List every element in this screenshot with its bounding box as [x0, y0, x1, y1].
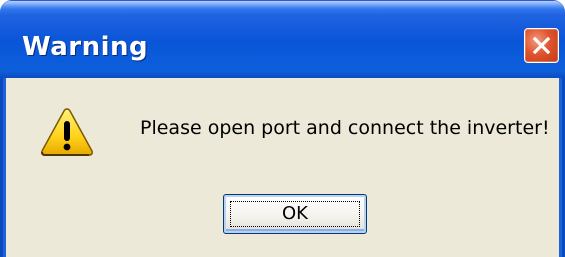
window-title: Warning	[22, 32, 149, 62]
ok-button[interactable]: OK	[223, 194, 367, 234]
close-button[interactable]	[524, 28, 559, 63]
warning-icon	[39, 106, 95, 158]
warning-dialog: Warning Please open port and connect the…	[0, 0, 565, 257]
title-bar[interactable]: Warning	[0, 0, 565, 78]
ok-button-label: OK	[282, 203, 308, 224]
dialog-body: Please open port and connect the inverte…	[0, 78, 565, 257]
warning-message: Please open port and connect the inverte…	[140, 117, 550, 139]
